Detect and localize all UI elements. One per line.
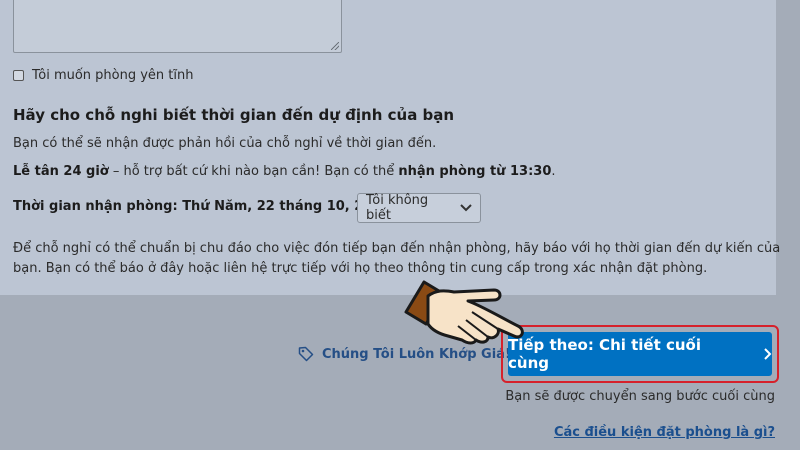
arrival-feedback-text: Bạn có thể sẽ nhận được phản hồi của chỗ…: [13, 136, 437, 151]
pointing-hand-icon: [404, 280, 524, 345]
booking-form-panel: Tôi muốn phòng yên tĩnh Hãy cho chỗ nghi…: [0, 0, 780, 295]
checkin-time-label: Thời gian nhận phòng: Thứ Năm, 22 tháng …: [13, 199, 391, 214]
next-final-details-button[interactable]: Tiếp theo: Chi tiết cuối cùng: [508, 332, 772, 376]
arrival-time-heading: Hãy cho chỗ nghi biết thời gian đến dự đ…: [13, 106, 455, 124]
chevron-right-icon: [764, 348, 772, 360]
price-match-label: Chúng Tôi Luôn Khớp Giá!: [322, 346, 511, 362]
quiet-room-checkbox[interactable]: [13, 70, 24, 81]
next-button-label: Tiếp theo: Chi tiết cuối cùng: [508, 336, 702, 372]
quiet-room-option[interactable]: Tôi muốn phòng yên tĩnh: [13, 68, 193, 83]
quiet-room-label: Tôi muốn phòng yên tĩnh: [32, 68, 194, 83]
next-step-hint: Bạn sẽ được chuyển sang bước cuối cùng: [505, 389, 775, 404]
chevron-down-icon: [460, 204, 472, 212]
checkin-period: .: [551, 164, 556, 179]
reception-info: Lễ tân 24 giờ – hỗ trợ bất cứ khi nào bạ…: [13, 164, 556, 179]
textarea-resize-handle[interactable]: [331, 42, 339, 50]
arrival-note-line-1: Để chỗ nghỉ có thể chuẩn bị chu đáo cho …: [13, 241, 781, 256]
price-match-link[interactable]: Chúng Tôi Luôn Khớp Giá!: [298, 346, 511, 362]
checkin-strong: nhận phòng từ 13:30: [398, 164, 552, 179]
arrival-time-select[interactable]: Tôi không biết: [357, 193, 481, 223]
next-button-highlight: Tiếp theo: Chi tiết cuối cùng: [501, 325, 779, 383]
arrival-time-select-value: Tôi không biết: [366, 193, 429, 223]
booking-conditions-link[interactable]: Các điều kiện đặt phòng là gì?: [554, 425, 775, 440]
reception-text: – hỗ trợ bất cứ khi nào bạn cần! Bạn có …: [108, 164, 399, 179]
price-tag-icon: [298, 346, 314, 362]
reception-strong: Lễ tân 24 giờ: [13, 164, 109, 179]
arrival-note-line-2: bạn. Bạn có thể báo ở đây hoặc liên hệ t…: [13, 261, 708, 276]
special-requests-textarea[interactable]: [13, 0, 342, 53]
